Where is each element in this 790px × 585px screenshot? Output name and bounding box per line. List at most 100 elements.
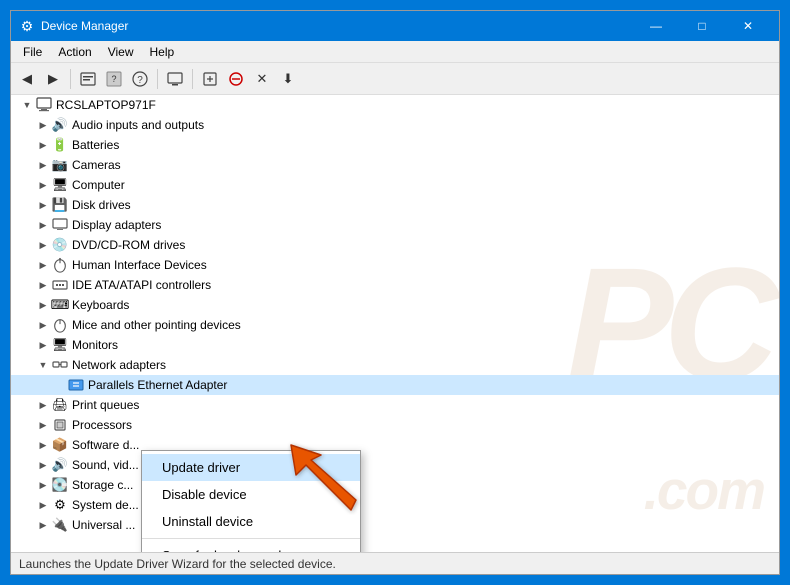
parallels-expand: [51, 375, 67, 395]
monitors-label: Monitors: [72, 338, 118, 352]
display-icon: [51, 216, 69, 234]
network-label: Network adapters: [72, 358, 166, 372]
scan-hardware-button[interactable]: [198, 67, 222, 91]
uninstall-button[interactable]: ✕: [250, 67, 274, 91]
storage-icon: 💽: [51, 476, 69, 494]
menu-action[interactable]: Action: [50, 43, 99, 61]
tree-item-display[interactable]: ▶ Display adapters: [11, 215, 779, 235]
sound-label: Sound, vid...: [72, 458, 139, 472]
audio-label: Audio inputs and outputs: [72, 118, 204, 132]
tree-item-dvd[interactable]: ▶ 💿 DVD/CD-ROM drives: [11, 235, 779, 255]
forward-button[interactable]: ▶: [41, 67, 65, 91]
root-label: RCSLAPTOP971F: [56, 98, 156, 112]
display-expand: ▶: [35, 215, 51, 235]
mice-expand: ▶: [35, 315, 51, 335]
processors-expand: ▶: [35, 415, 51, 435]
menu-help[interactable]: Help: [142, 43, 183, 61]
status-bar: Launches the Update Driver Wizard for th…: [11, 552, 779, 574]
ctx-disable-device[interactable]: Disable device: [142, 481, 360, 508]
sound-icon: 🔊: [51, 456, 69, 474]
minimize-button[interactable]: —: [633, 11, 679, 41]
title-bar: ⚙ Device Manager — □ ✕: [11, 11, 779, 41]
disk-label: Disk drives: [72, 198, 131, 212]
disable-button[interactable]: [224, 67, 248, 91]
monitors-icon: 🖥: [51, 336, 69, 354]
toolbar: ◀ ▶ ? ? ✕ ⬇: [11, 63, 779, 95]
tree-item-hid[interactable]: ▶ Human Interface Devices: [11, 255, 779, 275]
svg-text:?: ?: [111, 74, 116, 84]
ctx-uninstall-device[interactable]: Uninstall device: [142, 508, 360, 535]
toolbar-sep-3: [192, 69, 193, 89]
monitors-expand: ▶: [35, 335, 51, 355]
ctx-scan-hardware[interactable]: Scan for hardware changes: [142, 542, 360, 552]
tree-item-computer[interactable]: ▶ 🖥 Computer: [11, 175, 779, 195]
hid-expand: ▶: [35, 255, 51, 275]
display-label: Display adapters: [72, 218, 161, 232]
maximize-button[interactable]: □: [679, 11, 725, 41]
menu-file[interactable]: File: [15, 43, 50, 61]
keyboards-icon: ⌨: [51, 296, 69, 314]
tree-item-storage[interactable]: ▶ 💽 Storage c...: [11, 475, 779, 495]
hid-icon: [51, 256, 69, 274]
show-properties-button[interactable]: [76, 67, 100, 91]
ide-icon: [51, 276, 69, 294]
tree-item-network[interactable]: ▼ Network adapters: [11, 355, 779, 375]
root-computer-icon: [35, 96, 53, 114]
tree-item-audio[interactable]: ▶ 🔊 Audio inputs and outputs: [11, 115, 779, 135]
tree-item-processors[interactable]: ▶ Processors: [11, 415, 779, 435]
ctx-update-driver[interactable]: Update driver: [142, 454, 360, 481]
close-button[interactable]: ✕: [725, 11, 771, 41]
processors-label: Processors: [72, 418, 132, 432]
batteries-label: Batteries: [72, 138, 119, 152]
processors-icon: [51, 416, 69, 434]
tree-root[interactable]: ▼ RCSLAPTOP971F: [11, 95, 779, 115]
tree-item-ide[interactable]: ▶ IDE ATA/ATAPI controllers: [11, 275, 779, 295]
back-button[interactable]: ◀: [15, 67, 39, 91]
software-icon: 📦: [51, 436, 69, 454]
computer-label: Computer: [72, 178, 125, 192]
tree-item-monitors[interactable]: ▶ 🖥 Monitors: [11, 335, 779, 355]
system-icon: ⚙: [51, 496, 69, 514]
tree-item-mice[interactable]: ▶ Mice and other pointing devices: [11, 315, 779, 335]
hid-label: Human Interface Devices: [72, 258, 207, 272]
tree-item-system[interactable]: ▶ ⚙ System de...: [11, 495, 779, 515]
dvd-expand: ▶: [35, 235, 51, 255]
root-expand-icon: ▼: [19, 95, 35, 115]
software-label: Software d...: [72, 438, 139, 452]
tree-item-universal[interactable]: ▶ 🔌 Universal ...: [11, 515, 779, 535]
help-button[interactable]: ?: [128, 67, 152, 91]
system-label: System de...: [72, 498, 139, 512]
menu-bar: File Action View Help: [11, 41, 779, 63]
mice-icon: [51, 316, 69, 334]
parallels-icon: [67, 376, 85, 394]
download-button[interactable]: ⬇: [276, 67, 300, 91]
tree-item-cameras[interactable]: ▶ 📷 Cameras: [11, 155, 779, 175]
print-expand: ▶: [35, 395, 51, 415]
tree-item-print[interactable]: ▶ 🖨 Print queues: [11, 395, 779, 415]
ide-label: IDE ATA/ATAPI controllers: [72, 278, 211, 292]
sound-expand: ▶: [35, 455, 51, 475]
app-icon: ⚙: [19, 18, 35, 34]
dvd-label: DVD/CD-ROM drives: [72, 238, 185, 252]
tree-item-disk[interactable]: ▶ 💾 Disk drives: [11, 195, 779, 215]
audio-icon: 🔊: [51, 116, 69, 134]
tree-item-batteries[interactable]: ▶ 🔋 Batteries: [11, 135, 779, 155]
dvd-icon: 💿: [51, 236, 69, 254]
device-tree[interactable]: PC .com ▼ RCSLAPTOP971F ▶ 🔊 Audio inputs…: [11, 95, 779, 552]
display-settings-button[interactable]: [163, 67, 187, 91]
universal-label: Universal ...: [72, 518, 135, 532]
tree-item-software[interactable]: ▶ 📦 Software d...: [11, 435, 779, 455]
network-expand: ▼: [35, 355, 51, 375]
batteries-icon: 🔋: [51, 136, 69, 154]
tree-item-sound[interactable]: ▶ 🔊 Sound, vid...: [11, 455, 779, 475]
menu-view[interactable]: View: [100, 43, 142, 61]
universal-expand: ▶: [35, 515, 51, 535]
disk-icon: 💾: [51, 196, 69, 214]
tree-item-parallels[interactable]: Parallels Ethernet Adapter: [11, 375, 779, 395]
universal-icon: 🔌: [51, 516, 69, 534]
keyboards-expand: ▶: [35, 295, 51, 315]
update-driver-button[interactable]: ?: [102, 67, 126, 91]
storage-expand: ▶: [35, 475, 51, 495]
print-icon: 🖨: [51, 396, 69, 414]
tree-item-keyboards[interactable]: ▶ ⌨ Keyboards: [11, 295, 779, 315]
